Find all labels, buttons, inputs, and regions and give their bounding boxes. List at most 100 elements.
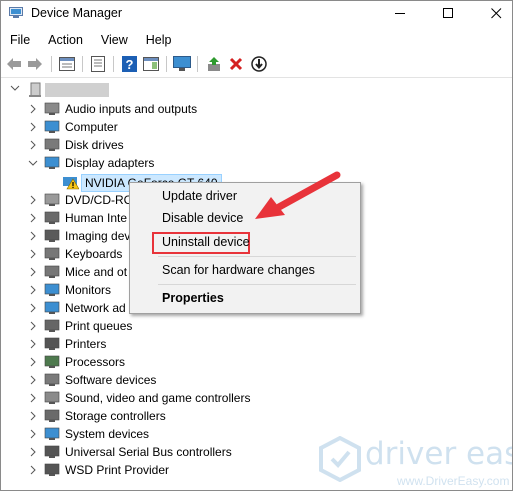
computer-name-redacted [45,83,109,97]
toolbar-separator [113,56,114,72]
chevron-right-icon[interactable] [28,266,38,278]
help-button[interactable]: ? [120,55,138,73]
tree-node[interactable]: Universal Serial Bus controllers [1,443,361,461]
chevron-right-icon[interactable] [28,356,38,368]
chevron-right-icon[interactable] [28,139,38,151]
tree-node-label: Print queues [65,319,133,333]
tree-node-label: Storage controllers [65,409,166,423]
update-driver-button[interactable] [205,55,223,73]
title-bar: Device Manager [1,1,512,26]
tree-node-label: System devices [65,427,150,441]
chevron-right-icon[interactable] [28,121,38,133]
chevron-right-icon[interactable] [28,374,38,386]
display-adapter-icon [44,156,60,169]
mouse-icon [44,265,60,278]
tree-node[interactable]: Printers [1,335,361,353]
chevron-right-icon[interactable] [28,302,38,314]
tree-node-label: Network ad [65,301,126,315]
toolbar-separator [197,56,198,72]
properties-button[interactable] [58,55,76,73]
camera-icon [44,229,60,242]
hid-icon [44,211,60,224]
close-button[interactable] [473,1,512,26]
close-icon [490,8,501,19]
chevron-right-icon[interactable] [28,392,38,404]
download-button[interactable] [250,55,268,73]
tree-node[interactable]: Audio inputs and outputs [1,100,361,118]
chevron-right-icon[interactable] [28,230,38,242]
speaker-icon [44,102,60,115]
printer-icon [44,337,60,350]
menu-help[interactable]: Help [137,30,181,50]
tree-node-label: Disk drives [65,138,124,152]
tree-node-label: Display adapters [65,156,155,170]
menu-item-properties[interactable]: Properties [162,291,224,305]
menu-file[interactable]: File [1,30,39,50]
device-manager-app-icon [9,7,23,18]
chevron-right-icon[interactable] [28,338,38,350]
watermark-url: www.DriverEasy.com [397,474,510,488]
menu-bar: File Action View Help [1,30,181,50]
chevron-right-icon[interactable] [28,410,38,422]
monitor-icon [44,283,60,296]
tree-node[interactable]: Software devices [1,371,361,389]
tree-node-label: Universal Serial Bus controllers [65,445,232,459]
minimize-icon [394,13,405,14]
menu-action[interactable]: Action [39,30,92,50]
tree-node[interactable]: Sound, video and game controllers [1,389,361,407]
chevron-right-icon[interactable] [28,428,38,440]
chevron-right-icon[interactable] [28,248,38,260]
tree-node[interactable]: System devices [1,425,361,443]
menu-item-update-driver[interactable]: Update driver [162,189,237,203]
menu-item-scan-hardware[interactable]: Scan for hardware changes [162,263,315,277]
tree-node[interactable]: Processors [1,353,361,371]
tree-node-label: Human Inte [65,211,128,225]
tree-root-computer[interactable] [1,81,201,99]
tree-node-label: Imaging dev [65,229,131,243]
computer-icon [44,120,60,133]
action-pane-button[interactable] [142,55,160,73]
show-hide-button[interactable] [89,55,107,73]
chevron-right-icon[interactable] [28,284,38,296]
forward-button[interactable] [26,55,44,73]
sound-icon [44,391,60,404]
minimize-button[interactable] [377,1,423,26]
chevron-right-icon[interactable] [28,194,38,206]
scan-monitor-button[interactable] [173,55,191,73]
menu-item-disable-device[interactable]: Disable device [162,211,243,225]
keyboard-icon [44,247,60,260]
chevron-right-icon[interactable] [28,320,38,332]
back-arrow-icon [7,58,21,70]
back-button[interactable] [5,55,23,73]
menu-view[interactable]: View [92,30,137,50]
maximize-button[interactable] [425,1,471,26]
chevron-right-icon[interactable] [28,212,38,224]
chevron-down-icon[interactable] [28,157,38,169]
chevron-down-icon[interactable] [10,83,20,93]
tree-node-label: WSD Print Provider [65,463,170,477]
tree-node[interactable]: Disk drives [1,136,361,154]
chevron-right-icon[interactable] [28,464,38,476]
toolbar-separator [166,56,167,72]
tree-node-label: DVD/CD-RC [65,193,133,207]
chevron-right-icon[interactable] [28,103,38,115]
menu-item-uninstall-device[interactable]: Uninstall device [162,235,250,249]
software-device-icon [44,373,60,386]
chevron-right-icon[interactable] [28,446,38,458]
tree-node[interactable]: Print queues [1,317,361,335]
tree-node-label: Sound, video and game controllers [65,391,251,405]
action-pane-icon [143,57,159,71]
uninstall-button[interactable] [227,55,245,73]
annotation-arrow-icon [255,171,341,219]
update-driver-icon [208,57,220,71]
tree-node[interactable]: Computer [1,118,361,136]
usb-icon [44,445,60,458]
menu-separator [158,256,356,257]
dvd-icon [44,193,60,206]
toolbar-separator [51,56,52,72]
tree-node[interactable]: Storage controllers [1,407,361,425]
print-queue-icon [44,319,60,332]
svg-text:?: ? [125,57,133,72]
tree-node[interactable]: WSD Print Provider [1,461,361,479]
tree-node-label: Software devices [65,373,157,387]
